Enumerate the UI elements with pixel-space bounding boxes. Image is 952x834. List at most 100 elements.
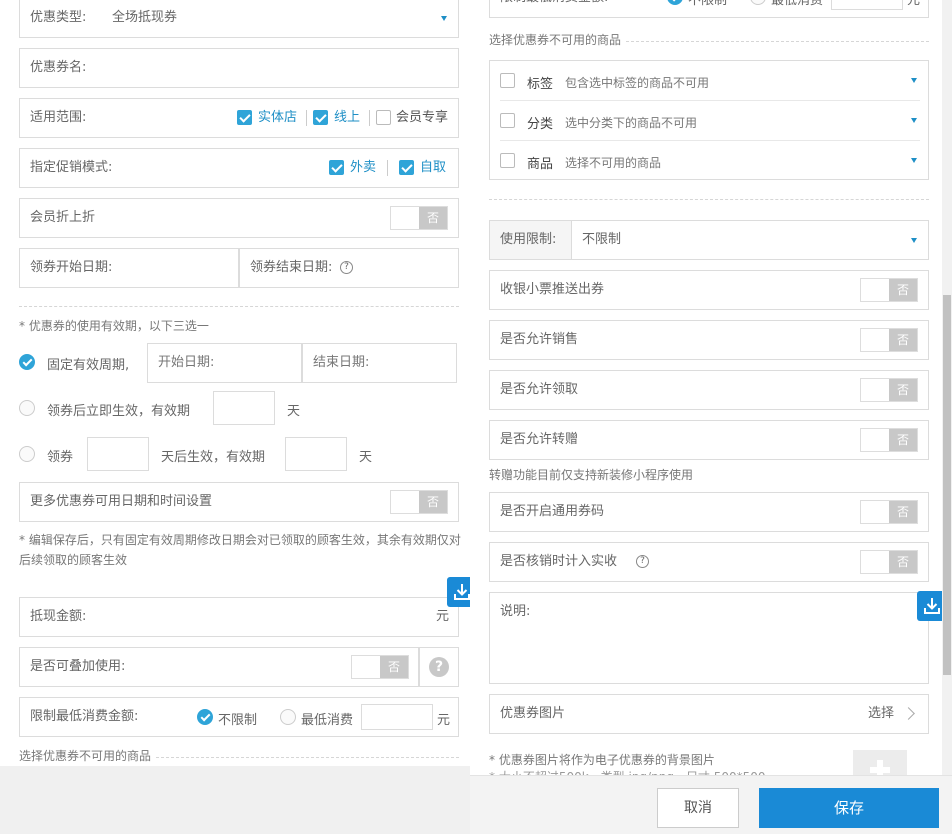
- unavailable-category-row[interactable]: 分类 选中分类下的商品不可用: [500, 101, 920, 141]
- description-textarea[interactable]: 说明:: [489, 592, 929, 684]
- min-spend-amount-input[interactable]: [361, 704, 433, 730]
- allow-claim-label: 是否允许领取: [500, 382, 579, 397]
- min-spend-unlimited-label: 不限制: [218, 713, 258, 728]
- claim-end-label: 领券结束日期:: [250, 260, 333, 275]
- download-icon[interactable]: [447, 577, 470, 607]
- unavailable-tag-name: 标签: [527, 77, 554, 92]
- coupon-type-label: 优惠类型:: [30, 10, 87, 25]
- min-spend-label: 限制最低消费金额:: [500, 0, 608, 17]
- caret-down-icon: [911, 238, 917, 243]
- receipt-push-label: 收银小票推送出券: [500, 282, 605, 297]
- question-circle-icon[interactable]: ?: [636, 555, 649, 568]
- count-revenue-label: 是否核销时计入实收: [500, 554, 618, 569]
- member-discount-toggle[interactable]: 否: [390, 206, 448, 230]
- question-circle-icon: ?: [429, 657, 449, 677]
- scrollbar-thumb[interactable]: [943, 295, 951, 675]
- validity-note: * 优惠券的使用有效期，以下三选一: [19, 319, 209, 333]
- unavailable-product-row[interactable]: 商品 选择不可用的商品: [500, 141, 920, 179]
- fixed-period-radio[interactable]: [19, 354, 35, 370]
- section-divider: [156, 757, 459, 758]
- unavailable-title: 选择优惠券不可用的商品: [19, 749, 152, 763]
- delayed-radio[interactable]: [19, 446, 35, 462]
- usage-limit-select[interactable]: 使用限制: 不限制: [489, 220, 929, 260]
- usage-limit-label: 使用限制:: [500, 232, 557, 247]
- allow-sale-toggle[interactable]: 否: [860, 328, 918, 352]
- min-spend-unit: 元: [907, 0, 921, 8]
- delayed-label: 领券: [47, 450, 74, 465]
- delayed-unit: 天: [359, 450, 373, 465]
- coupon-image-select-link[interactable]: 选择: [868, 695, 894, 733]
- coupon-image-label: 优惠券图片: [500, 706, 566, 721]
- toggle-off-text: 否: [419, 207, 447, 229]
- coupon-type-value: 全场抵现券: [112, 10, 178, 25]
- fixed-start-placeholder: 开始日期:: [158, 355, 215, 370]
- unavailable-category-checkbox[interactable]: [500, 113, 515, 128]
- more-dates-label: 更多优惠券可用日期和时间设置: [30, 494, 213, 509]
- min-spend-unlimited-label: 不限制: [688, 0, 728, 8]
- stackable-label: 是否可叠加使用:: [30, 659, 126, 674]
- claim-start-input[interactable]: 领券开始日期:: [19, 248, 239, 288]
- coupon-name-input[interactable]: 优惠券名:: [19, 48, 459, 88]
- divider: [306, 110, 307, 126]
- immediate-radio[interactable]: [19, 400, 35, 416]
- toggle-off-text: 否: [889, 501, 917, 523]
- scope-member-checkbox[interactable]: [376, 110, 391, 125]
- promo-pickup-checkbox[interactable]: [399, 160, 414, 175]
- unavailable-category-name: 分类: [527, 117, 554, 132]
- transfer-note: 转赠功能目前仅支持新装修小程序使用: [489, 468, 694, 482]
- promo-mode-row: 指定促销模式:: [19, 148, 459, 188]
- scope-online-checkbox[interactable]: [313, 110, 328, 125]
- more-dates-toggle[interactable]: 否: [390, 490, 448, 514]
- unavailable-tag-desc: 包含选中标签的商品不可用: [565, 76, 710, 90]
- min-spend-label: 限制最低消费金额:: [30, 709, 139, 724]
- delayed-valid-days-input[interactable]: [285, 437, 347, 471]
- toggle-off-text: 否: [889, 429, 917, 451]
- cancel-button[interactable]: 取消: [657, 788, 739, 828]
- allow-sale-label: 是否允许销售: [500, 332, 579, 347]
- divider: [369, 110, 370, 126]
- delayed-middle-label: 天后生效，有效期: [161, 450, 266, 465]
- section-divider: [626, 41, 929, 42]
- unavailable-category-desc: 选中分类下的商品不可用: [565, 116, 698, 130]
- coupon-type-select[interactable]: 优惠类型: 全场抵现券: [19, 0, 459, 38]
- right-form-pane: 限制最低消费金额: 不限制 最低消费 元 选择优惠券不可用的商品 标签 包含选中…: [470, 0, 952, 834]
- section-divider: [489, 199, 929, 200]
- claim-end-input[interactable]: 领券结束日期: ?: [239, 248, 459, 288]
- section-divider: [19, 306, 459, 307]
- min-spend-unlimited-radio[interactable]: [197, 709, 213, 725]
- caret-down-icon: [911, 78, 917, 83]
- save-button[interactable]: 保存: [759, 788, 939, 828]
- unavailable-tag-row[interactable]: 标签 包含选中标签的商品不可用: [500, 61, 920, 101]
- toggle-off-text: 否: [380, 656, 408, 678]
- receipt-push-toggle[interactable]: 否: [860, 278, 918, 302]
- plus-icon-bar: [870, 767, 890, 773]
- promo-pickup-label: 自取: [420, 160, 447, 175]
- universal-code-toggle[interactable]: 否: [860, 500, 918, 524]
- count-revenue-toggle[interactable]: 否: [860, 550, 918, 574]
- min-spend-amount-input[interactable]: [831, 0, 903, 10]
- unavailable-title: 选择优惠券不可用的商品: [489, 33, 622, 47]
- question-circle-icon[interactable]: ?: [340, 261, 353, 274]
- promo-delivery-checkbox[interactable]: [329, 160, 344, 175]
- min-spend-minimum-label: 最低消费: [771, 0, 824, 8]
- immediate-days-input[interactable]: [213, 391, 275, 425]
- scope-store-checkbox[interactable]: [237, 110, 252, 125]
- allow-claim-toggle[interactable]: 否: [860, 378, 918, 402]
- unavailable-tag-checkbox[interactable]: [500, 73, 515, 88]
- unavailable-product-checkbox[interactable]: [500, 153, 515, 168]
- stackable-toggle[interactable]: 否: [351, 655, 409, 679]
- allow-transfer-toggle[interactable]: 否: [860, 428, 918, 452]
- caret-down-icon: [441, 16, 447, 21]
- fixed-end-date-input[interactable]: 结束日期:: [302, 343, 457, 383]
- amount-input[interactable]: 抵现金额: 元: [19, 597, 459, 637]
- min-spend-unit: 元: [437, 713, 451, 728]
- unavailable-goods-box: 标签 包含选中标签的商品不可用 分类 选中分类下的商品不可用 商品 选择不可用的…: [489, 60, 929, 180]
- min-spend-minimum-radio[interactable]: [280, 709, 296, 725]
- toggle-off-text: 否: [889, 379, 917, 401]
- stackable-help-box[interactable]: ?: [419, 647, 459, 687]
- delayed-start-days-input[interactable]: [87, 437, 149, 471]
- allow-transfer-label: 是否允许转赠: [500, 432, 579, 447]
- edit-note: * 编辑保存后，只有固定有效周期修改日期会对已领取的顾客生效，其余有效期仅对后续…: [19, 533, 461, 567]
- fixed-start-date-input[interactable]: 开始日期:: [147, 343, 302, 383]
- coupon-image-row[interactable]: 优惠券图片 选择: [489, 694, 929, 734]
